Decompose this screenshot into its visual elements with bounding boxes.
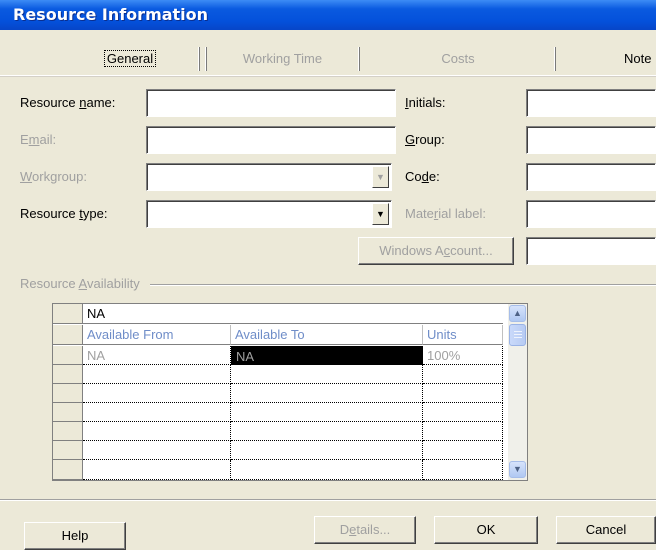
material-label-field[interactable] [526,200,656,228]
row-header [53,325,83,345]
cancel-button[interactable]: Cancel [556,516,656,544]
row-header[interactable] [53,422,83,441]
chevron-down-icon[interactable]: ▼ [372,166,389,188]
tab-working-time-label: Working Time [242,51,323,66]
table-cell[interactable] [231,422,423,441]
email-label: Email: [20,132,57,147]
resource-type-label: Resource type: [20,206,108,221]
tab-costs-label: Costs [441,51,475,66]
entry-field[interactable]: NA [83,304,105,324]
window-title: Resource Information [0,0,656,30]
group-label: Group: [405,132,445,147]
table-cell-selected[interactable]: NA [231,346,423,365]
tab-strip: General Working Time Costs Note [0,45,656,75]
table-cell[interactable] [83,441,231,460]
row-header[interactable] [53,384,83,403]
table-cell[interactable] [231,365,423,384]
table-cell[interactable] [83,460,231,480]
table-cell[interactable] [83,403,231,422]
table-cell[interactable] [423,384,503,403]
resource-type-combo[interactable]: ▼ [146,200,392,228]
row-header [53,304,83,324]
tab-costs[interactable]: Costs [360,45,556,75]
table-cell[interactable]: NA [83,346,231,365]
column-header-units[interactable]: Units [423,325,503,345]
tab-separator [198,47,200,71]
chevron-down-icon[interactable]: ▼ [372,203,389,225]
row-header[interactable] [53,346,83,365]
availability-group-divider [150,284,656,286]
initials-label: Initials: [405,95,446,110]
column-header-available-to[interactable]: Available To [231,325,423,345]
tab-notes[interactable]: Note [556,45,656,75]
availability-group-label: Resource Availability [20,276,140,291]
tab-divider [0,75,656,77]
table-cell[interactable] [231,441,423,460]
table-cell[interactable]: 100% [423,346,503,365]
tab-notes-label: Note [624,51,652,66]
resource-name-label: Resource name: [20,95,116,110]
tab-separator [205,47,207,71]
footer-divider [0,499,656,501]
table-cell[interactable] [231,460,423,480]
help-button[interactable]: Help [24,522,126,550]
ok-button[interactable]: OK [434,516,538,544]
scroll-up-icon[interactable]: ▲ [509,305,526,322]
table-cell[interactable] [231,403,423,422]
table-cell[interactable] [231,384,423,403]
row-header[interactable] [53,441,83,460]
availability-table: NA Available From Available To Units NA … [52,303,528,481]
email-field[interactable] [146,126,396,154]
table-cell[interactable] [423,441,503,460]
scroll-thumb[interactable] [509,324,526,346]
code-field[interactable] [526,163,656,191]
resource-name-field[interactable] [146,89,396,117]
entry-bar: NA [53,304,503,324]
table-cell[interactable] [83,384,231,403]
column-header-available-from[interactable]: Available From [83,325,231,345]
code-label: Code: [405,169,440,184]
windows-account-button[interactable]: Windows Account... [358,237,514,265]
material-label-label: Material label: [405,206,486,221]
initials-field[interactable] [526,89,656,117]
row-header[interactable] [53,460,83,480]
windows-account-field[interactable] [526,237,656,265]
group-field[interactable] [526,126,656,154]
scroll-down-icon[interactable]: ▼ [509,461,526,478]
table-cell[interactable] [423,460,503,480]
table-scrollbar[interactable]: ▲ ▼ [508,304,527,480]
table-cell[interactable] [423,422,503,441]
details-button[interactable]: Details... [314,516,416,544]
workgroup-label: Workgroup: [20,169,87,184]
tab-working-time[interactable]: Working Time [205,45,360,75]
workgroup-combo[interactable]: ▼ [146,163,392,191]
row-header[interactable] [53,365,83,384]
table-cell[interactable] [423,365,503,384]
table-cell[interactable] [83,422,231,441]
table-cell[interactable] [423,403,503,422]
tab-general-label: General [103,50,157,67]
row-header[interactable] [53,403,83,422]
table-cell[interactable] [83,365,231,384]
tab-general[interactable]: General [60,45,200,75]
